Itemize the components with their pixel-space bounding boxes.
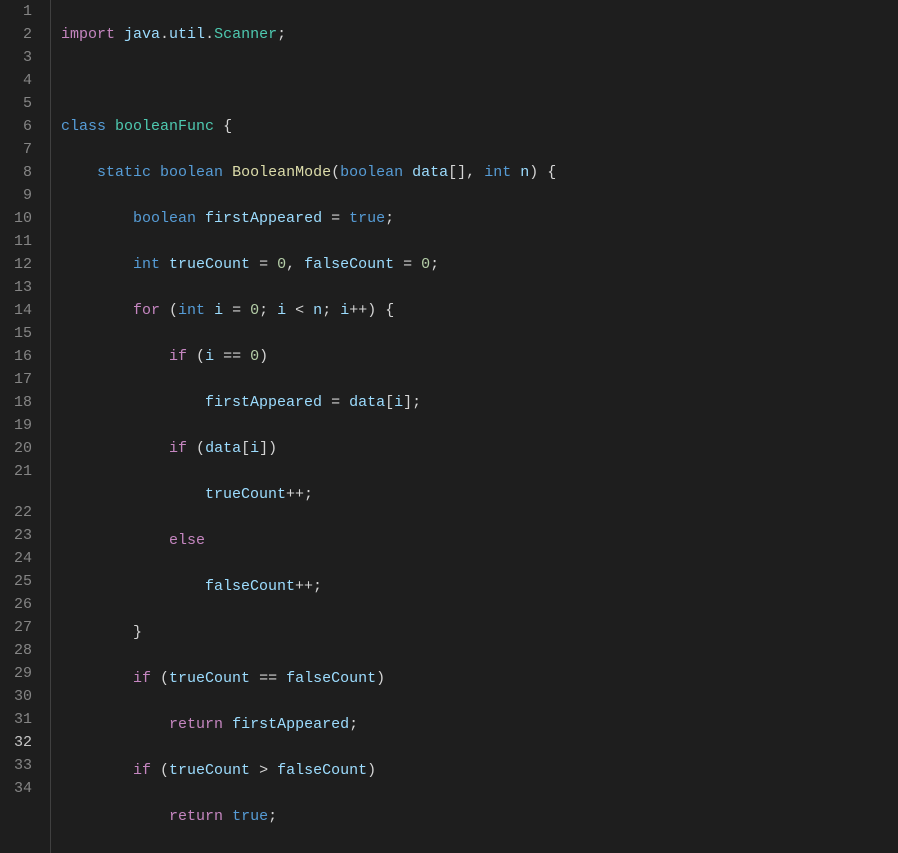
code-line[interactable]: import java.util.Scanner; bbox=[61, 23, 898, 46]
line-number: 8 bbox=[0, 161, 32, 184]
line-number: 15 bbox=[0, 322, 32, 345]
line-number: 21 bbox=[0, 460, 32, 483]
code-line[interactable]: firstAppeared = data[i]; bbox=[61, 391, 898, 414]
line-number: 1 bbox=[0, 0, 32, 23]
code-line[interactable]: for (int i = 0; i < n; i++) { bbox=[61, 299, 898, 322]
code-line[interactable]: return firstAppeared; bbox=[61, 713, 898, 736]
line-number: 22 bbox=[0, 501, 32, 524]
line-number: 7 bbox=[0, 138, 32, 161]
line-number: 17 bbox=[0, 368, 32, 391]
code-line[interactable]: return true; bbox=[61, 805, 898, 828]
line-number: 10 bbox=[0, 207, 32, 230]
code-line[interactable]: } bbox=[61, 621, 898, 644]
code-line[interactable]: else bbox=[61, 529, 898, 552]
line-number-gutter: 1 2 3 4 5 6 7 8 9 10 11 12 13 14 15 16 1… bbox=[0, 0, 50, 853]
line-number: 16 bbox=[0, 345, 32, 368]
line-number: 29 bbox=[0, 662, 32, 685]
code-line[interactable]: if (trueCount > falseCount) bbox=[61, 759, 898, 782]
line-number: 13 bbox=[0, 276, 32, 299]
line-number: 32 bbox=[0, 731, 32, 754]
code-line[interactable]: if (data[i]) bbox=[61, 437, 898, 460]
code-editor[interactable]: 1 2 3 4 5 6 7 8 9 10 11 12 13 14 15 16 1… bbox=[0, 0, 898, 853]
line-number: 19 bbox=[0, 414, 32, 437]
line-number: 12 bbox=[0, 253, 32, 276]
code-line[interactable]: falseCount++; bbox=[61, 575, 898, 598]
line-number: 5 bbox=[0, 92, 32, 115]
line-number: 25 bbox=[0, 570, 32, 593]
line-number: 24 bbox=[0, 547, 32, 570]
line-number: 11 bbox=[0, 230, 32, 253]
line-number: 9 bbox=[0, 184, 32, 207]
line-number: 27 bbox=[0, 616, 32, 639]
line-number: 14 bbox=[0, 299, 32, 322]
code-line[interactable] bbox=[61, 69, 898, 92]
code-line[interactable]: boolean firstAppeared = true; bbox=[61, 207, 898, 230]
code-line[interactable]: static boolean BooleanMode(boolean data[… bbox=[61, 161, 898, 184]
line-number: 2 bbox=[0, 23, 32, 46]
line-number: 28 bbox=[0, 639, 32, 662]
code-line[interactable]: int trueCount = 0, falseCount = 0; bbox=[61, 253, 898, 276]
line-number: 6 bbox=[0, 115, 32, 138]
line-number: 18 bbox=[0, 391, 32, 414]
line-number bbox=[0, 483, 32, 501]
line-number: 23 bbox=[0, 524, 32, 547]
code-area[interactable]: import java.util.Scanner; class booleanF… bbox=[50, 0, 898, 853]
code-line[interactable]: if (i == 0) bbox=[61, 345, 898, 368]
line-number: 4 bbox=[0, 69, 32, 92]
line-number: 34 bbox=[0, 777, 32, 800]
line-number: 31 bbox=[0, 708, 32, 731]
code-line[interactable]: if (trueCount == falseCount) bbox=[61, 667, 898, 690]
line-number: 33 bbox=[0, 754, 32, 777]
line-number: 30 bbox=[0, 685, 32, 708]
line-number: 20 bbox=[0, 437, 32, 460]
line-number: 26 bbox=[0, 593, 32, 616]
code-line[interactable]: trueCount++; bbox=[61, 483, 898, 506]
code-line[interactable]: class booleanFunc { bbox=[61, 115, 898, 138]
line-number: 3 bbox=[0, 46, 32, 69]
